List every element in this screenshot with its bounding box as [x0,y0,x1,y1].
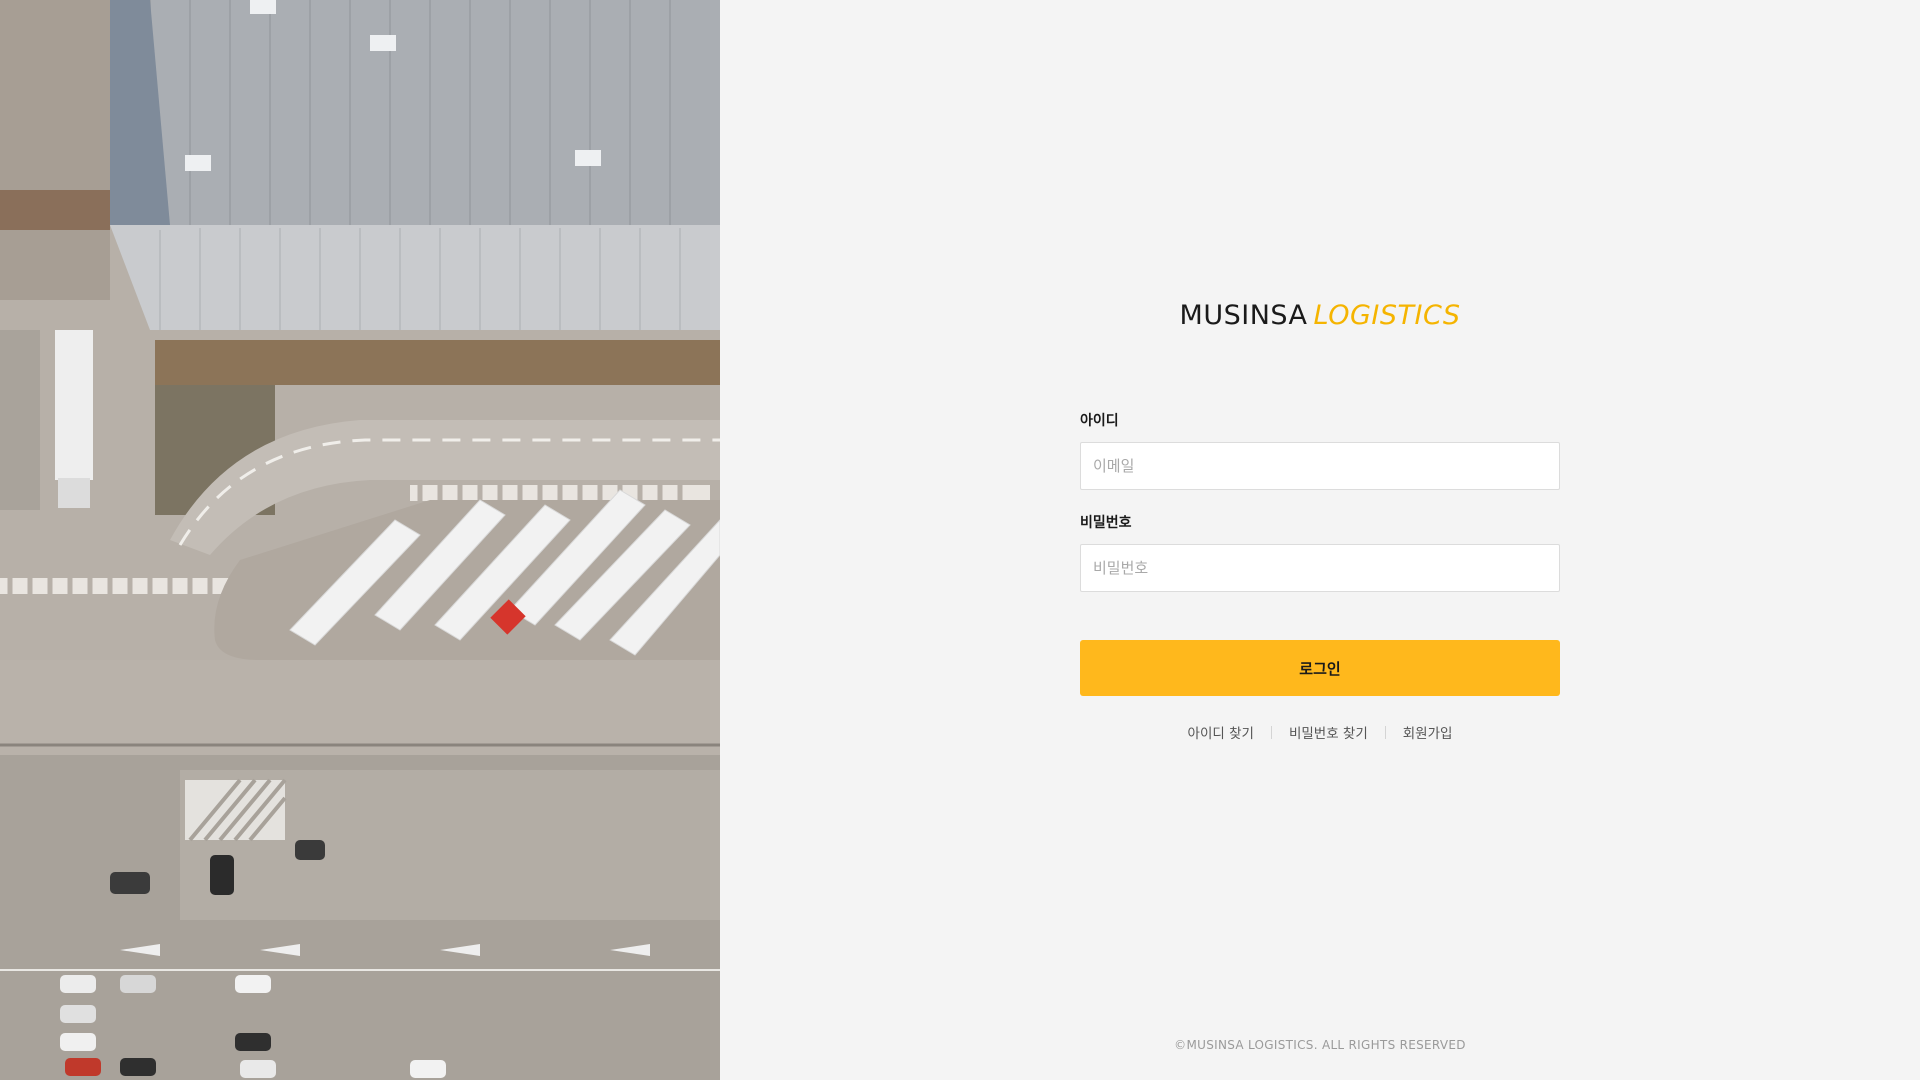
brand-logo: MUSINSA LOGISTICS [1080,296,1560,336]
brand-sub: LOGISTICS [1313,300,1461,331]
id-label: 아이디 [1080,413,1119,429]
copyright-footer: ©MUSINSA LOGISTICS. ALL RIGHTS RESERVED [1174,1038,1466,1052]
find-password-link[interactable]: 비밀번호 찾기 [1272,722,1385,742]
password-input[interactable] [1080,544,1560,592]
email-input[interactable] [1080,442,1560,490]
aerial-warehouse-photo [0,0,720,1080]
login-form: MUSINSALOGISTICS 아이디 비밀번호 로그인 아이디 찾기 비밀번… [1080,296,1560,742]
signup-link[interactable]: 회원가입 [1386,722,1470,742]
brand-name: MUSINSA [1179,300,1308,331]
login-panel: MUSINSALOGISTICS 아이디 비밀번호 로그인 아이디 찾기 비밀번… [720,0,1920,1080]
find-id-link[interactable]: 아이디 찾기 [1171,722,1271,742]
password-field-group: 비밀번호 [1080,512,1560,592]
login-page: MUSINSALOGISTICS 아이디 비밀번호 로그인 아이디 찾기 비밀번… [0,0,1920,1080]
login-button[interactable]: 로그인 [1080,640,1560,696]
account-links: 아이디 찾기 비밀번호 찾기 회원가입 [1080,722,1560,742]
aerial-warehouse-illustration [0,0,720,1080]
password-label: 비밀번호 [1080,515,1132,531]
id-field-group: 아이디 [1080,410,1560,490]
